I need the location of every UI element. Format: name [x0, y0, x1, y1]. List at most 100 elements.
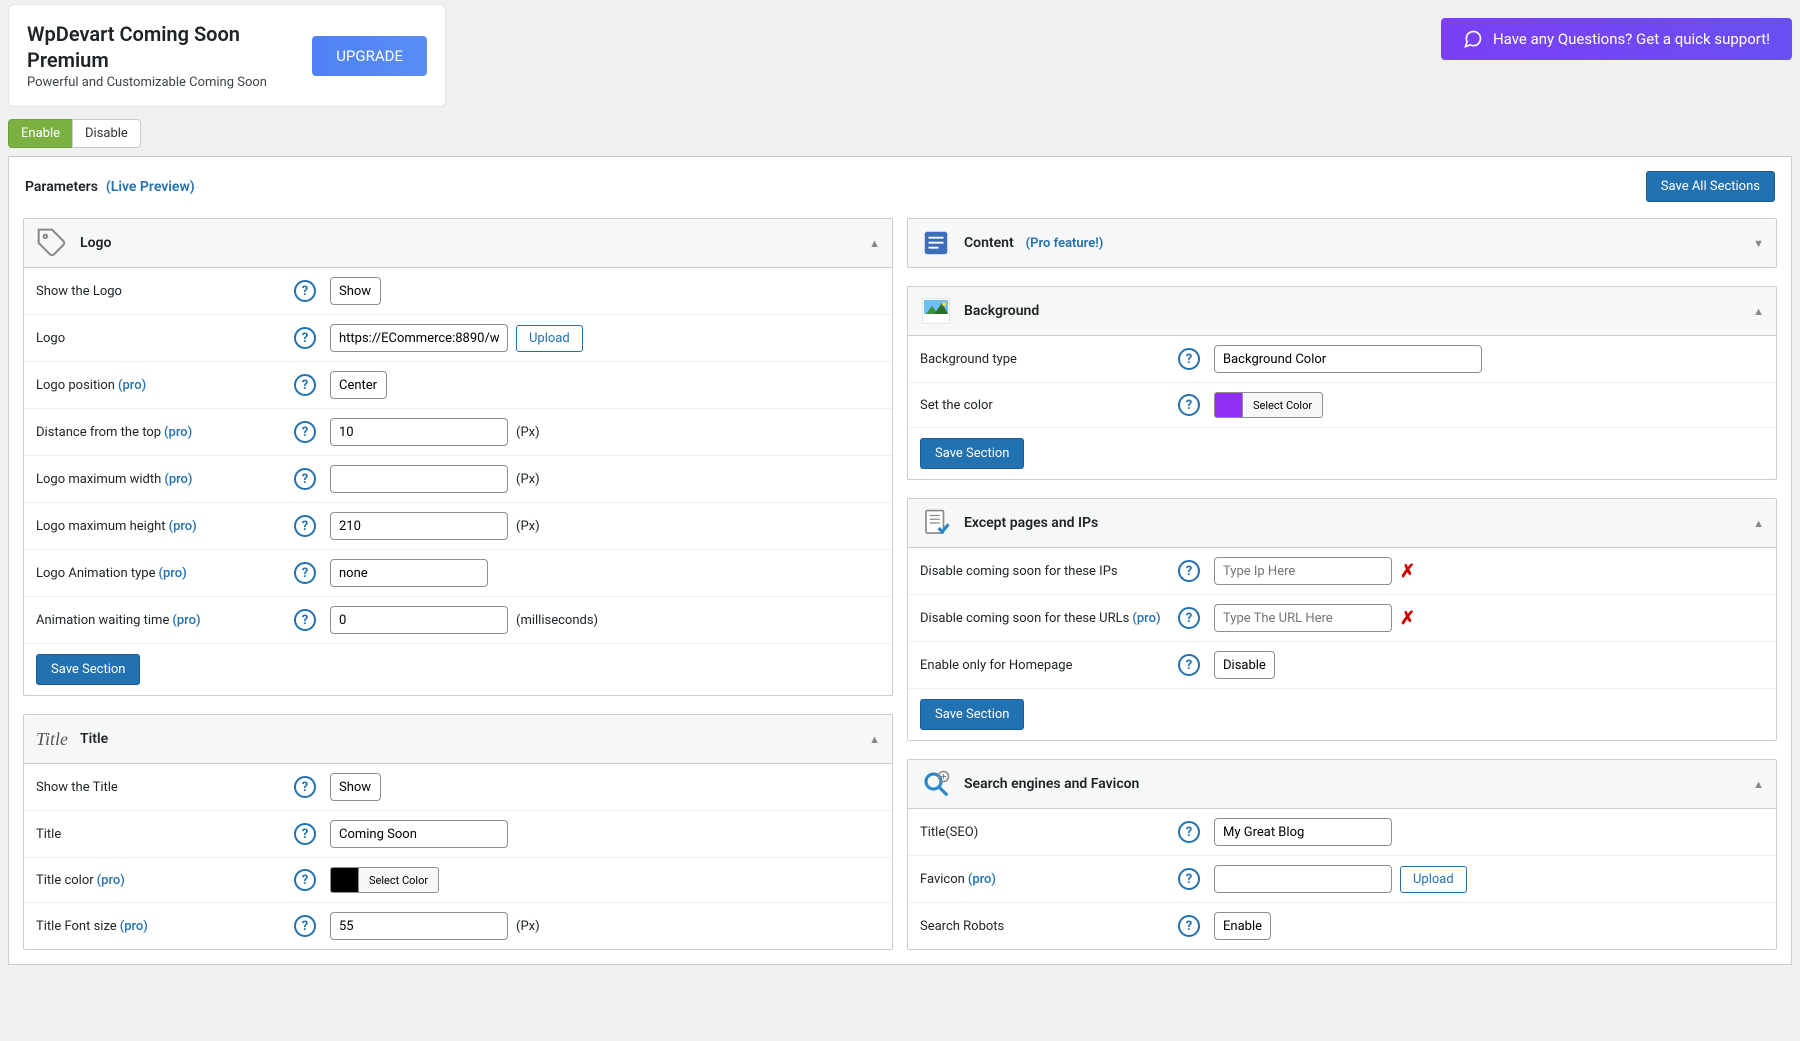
help-icon[interactable]: ?: [1178, 868, 1200, 890]
title-color-picker[interactable]: Select Color: [330, 867, 439, 893]
maxw-input[interactable]: [330, 465, 508, 493]
disable-urls-input[interactable]: [1214, 604, 1392, 632]
bg-color-picker[interactable]: Select Color: [1214, 392, 1323, 418]
title-font-label: Title Font size: [36, 919, 117, 934]
support-label: Have any Questions? Get a quick support!: [1493, 30, 1770, 48]
seo-title-input[interactable]: [1214, 818, 1392, 846]
help-icon[interactable]: ?: [1178, 607, 1200, 629]
chevron-up-icon: ▲: [1753, 517, 1764, 530]
bg-select-color-button[interactable]: Select Color: [1242, 392, 1323, 418]
help-icon[interactable]: ?: [1178, 654, 1200, 676]
chevron-up-icon: ▲: [869, 733, 880, 746]
maxh-input[interactable]: [330, 512, 508, 540]
tag-icon: [36, 227, 68, 259]
help-icon[interactable]: ?: [1178, 348, 1200, 370]
show-logo-label: Show the Logo: [36, 284, 122, 299]
logo-position-label: Logo position: [36, 378, 115, 393]
disable-urls-label: Disable coming soon for these URLs: [920, 611, 1129, 626]
chevron-up-icon: ▲: [1753, 305, 1764, 318]
help-icon[interactable]: ?: [294, 515, 316, 537]
help-icon[interactable]: ?: [1178, 560, 1200, 582]
robots-label: Search Robots: [920, 919, 1004, 934]
title-text-label: Title: [36, 827, 61, 842]
enable-button[interactable]: Enable: [8, 119, 73, 148]
seo-section: Search engines and Favicon ▲ Title(SEO) …: [907, 759, 1777, 950]
help-icon[interactable]: ?: [294, 374, 316, 396]
except-section-header[interactable]: Except pages and IPs ▲: [908, 499, 1776, 548]
bg-type-select[interactable]: Background Color: [1214, 345, 1482, 373]
content-pro-badge: (Pro feature!): [1026, 236, 1104, 251]
logo-url-label: Logo: [36, 331, 65, 346]
content-section-title: Content: [964, 235, 1014, 251]
logo-section: Logo ▲ Show the Logo ? Show Logo ? Up: [23, 218, 893, 696]
show-title-select[interactable]: Show: [330, 773, 381, 801]
logo-position-select[interactable]: Center: [330, 371, 387, 399]
help-icon[interactable]: ?: [294, 915, 316, 937]
show-title-label: Show the Title: [36, 780, 118, 795]
title-text-input[interactable]: [330, 820, 508, 848]
seo-section-title: Search engines and Favicon: [964, 776, 1139, 792]
logo-upload-button[interactable]: Upload: [516, 325, 583, 352]
background-section-title: Background: [964, 303, 1039, 319]
chat-icon: [1463, 29, 1483, 49]
help-icon[interactable]: ?: [294, 468, 316, 490]
logo-section-title: Logo: [80, 235, 111, 251]
help-icon[interactable]: ?: [294, 562, 316, 584]
help-icon[interactable]: ?: [294, 776, 316, 798]
search-engines-icon: [920, 768, 952, 800]
seo-section-header[interactable]: Search engines and Favicon ▲: [908, 760, 1776, 809]
delete-url-icon[interactable]: ✗: [1400, 608, 1415, 629]
title-font-input[interactable]: [330, 912, 508, 940]
logo-section-header[interactable]: Logo ▲: [24, 219, 892, 268]
anim-type-select[interactable]: none: [330, 559, 488, 587]
help-icon[interactable]: ?: [294, 609, 316, 631]
maxw-label: Logo maximum width: [36, 472, 161, 487]
help-icon[interactable]: ?: [1178, 821, 1200, 843]
title-section: Title Title ▲ Show the Title ? Show Titl…: [23, 714, 893, 950]
background-icon: [920, 295, 952, 327]
background-section: Background ▲ Background type ? Backgroun…: [907, 286, 1777, 480]
enable-toggle-group: EnableDisable: [0, 119, 1800, 156]
robots-select[interactable]: Enable: [1214, 912, 1271, 940]
except-save-section-button[interactable]: Save Section: [920, 699, 1024, 730]
logo-url-input[interactable]: [330, 324, 508, 352]
favicon-upload-button[interactable]: Upload: [1400, 866, 1467, 893]
maxh-label: Logo maximum height: [36, 519, 166, 534]
title-color-label: Title color: [36, 873, 94, 888]
help-icon[interactable]: ?: [294, 421, 316, 443]
delete-ip-icon[interactable]: ✗: [1400, 561, 1415, 582]
bg-save-section-button[interactable]: Save Section: [920, 438, 1024, 469]
promo-subtitle: Powerful and Customizable Coming Soon: [27, 75, 284, 90]
content-section-header[interactable]: Content (Pro feature!) ▼: [908, 219, 1776, 267]
help-icon[interactable]: ?: [1178, 394, 1200, 416]
help-icon[interactable]: ?: [294, 869, 316, 891]
help-icon[interactable]: ?: [1178, 915, 1200, 937]
content-icon: [920, 227, 952, 259]
homepage-only-select[interactable]: Disable: [1214, 651, 1275, 679]
favicon-input[interactable]: [1214, 865, 1392, 893]
show-logo-select[interactable]: Show: [330, 277, 381, 305]
homepage-only-label: Enable only for Homepage: [920, 658, 1072, 673]
help-icon[interactable]: ?: [294, 280, 316, 302]
logo-save-section-button[interactable]: Save Section: [36, 654, 140, 685]
live-preview-link[interactable]: (Live Preview): [106, 179, 195, 195]
distance-label: Distance from the top: [36, 425, 161, 440]
parameters-panel: Parameters (Live Preview) Save All Secti…: [8, 156, 1792, 965]
title-select-color-button[interactable]: Select Color: [358, 867, 439, 893]
seo-title-label: Title(SEO): [920, 825, 978, 840]
help-icon[interactable]: ?: [294, 823, 316, 845]
chevron-up-icon: ▲: [1753, 778, 1764, 791]
support-button[interactable]: Have any Questions? Get a quick support!: [1441, 18, 1792, 60]
background-section-header[interactable]: Background ▲: [908, 287, 1776, 336]
upgrade-button[interactable]: UPGRADE: [312, 36, 427, 76]
distance-input[interactable]: [330, 418, 508, 446]
disable-button[interactable]: Disable: [72, 119, 141, 148]
title-section-header[interactable]: Title Title ▲: [24, 715, 892, 764]
title-color-swatch: [330, 867, 358, 893]
promo-title: WpDevart Coming Soon Premium: [27, 21, 284, 73]
help-icon[interactable]: ?: [294, 327, 316, 349]
disable-ips-input[interactable]: [1214, 557, 1392, 585]
save-all-button[interactable]: Save All Sections: [1646, 171, 1775, 202]
anim-wait-input[interactable]: [330, 606, 508, 634]
except-section: Except pages and IPs ▲ Disable coming so…: [907, 498, 1777, 741]
